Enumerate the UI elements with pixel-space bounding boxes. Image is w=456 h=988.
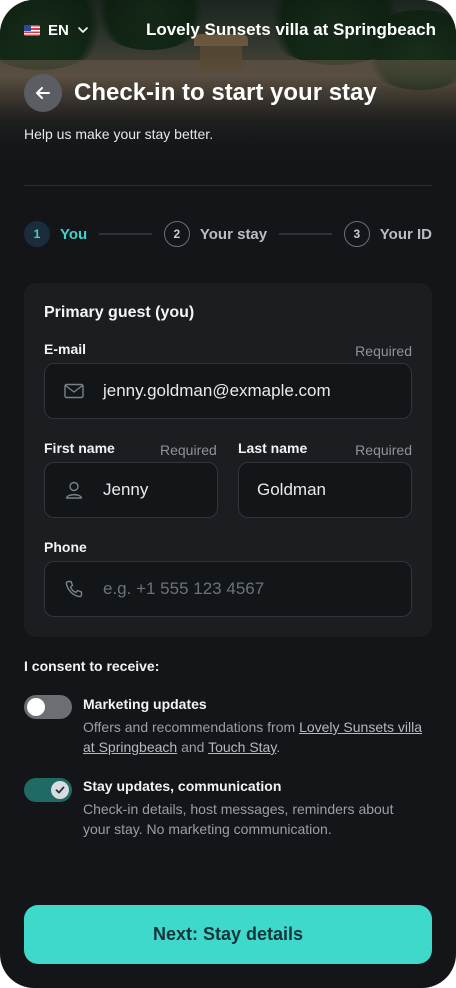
- marketing-title: Marketing updates: [83, 696, 207, 712]
- step-connector: [99, 233, 152, 235]
- last-name-value: Goldman: [257, 480, 326, 499]
- mail-icon: [63, 380, 85, 402]
- next-button[interactable]: Next: Stay details: [24, 905, 432, 964]
- email-required: Required: [355, 343, 412, 359]
- check-icon: [55, 786, 65, 794]
- stay-updates-title: Stay updates, communication: [83, 778, 282, 794]
- card-title: Primary guest (you): [44, 304, 195, 321]
- page-header: Check-in to start your stay: [24, 74, 377, 112]
- primary-guest-card: Primary guest (you) E-mail Required jenn…: [24, 283, 432, 637]
- step-label: Your ID: [379, 225, 433, 243]
- email-label: E-mail: [44, 341, 87, 357]
- stay-updates-description: Check-in details, host messages, reminde…: [83, 801, 394, 837]
- last-name-field[interactable]: Goldman: [238, 462, 412, 518]
- marketing-toggle[interactable]: [24, 695, 72, 719]
- email-value: jenny.goldman@exmaple.com: [103, 381, 331, 400]
- last-name-label: Last name: [238, 440, 308, 456]
- step-number: 2: [163, 221, 190, 247]
- email-field[interactable]: jenny.goldman@exmaple.com: [44, 363, 412, 419]
- step-label: Your stay: [199, 225, 268, 243]
- step-number: 1: [24, 221, 50, 247]
- first-name-label: First name: [44, 440, 115, 456]
- last-name-required: Required: [355, 442, 412, 458]
- top-bar: EN Lovely Sunsets villa at Springbeach: [24, 18, 436, 42]
- page-title: Check-in to start your stay: [74, 79, 377, 106]
- checkin-screen: EN Lovely Sunsets villa at Springbeach C…: [0, 0, 456, 988]
- phone-icon: [63, 578, 85, 600]
- consent-title: I consent to receive:: [24, 658, 160, 674]
- first-name-required: Required: [160, 442, 217, 458]
- step-label: You: [60, 225, 88, 243]
- step-you[interactable]: 1 You: [24, 221, 87, 247]
- page-subtitle: Help us make your stay better.: [24, 126, 214, 142]
- stay-updates-toggle[interactable]: [24, 778, 72, 802]
- marketing-desc-mid: and: [177, 739, 209, 755]
- us-flag-icon: [24, 24, 40, 36]
- marketing-desc-prefix: Offers and recommendations from: [83, 719, 300, 735]
- marketing-description: Offers and recommendations from Lovely S…: [83, 717, 423, 757]
- language-label: EN: [48, 21, 69, 39]
- step-your-stay[interactable]: 2 Your stay: [163, 221, 268, 247]
- step-your-id[interactable]: 3 Your ID: [343, 221, 433, 247]
- user-icon: [63, 479, 85, 501]
- phone-field[interactable]: [44, 561, 412, 617]
- property-name: Lovely Sunsets villa at Springbeach: [145, 20, 436, 39]
- toggle-knob: [51, 781, 69, 799]
- progress-stepper: 1 You 2 Your stay 3 Your ID: [24, 219, 432, 249]
- touch-stay-link[interactable]: Touch Stay: [208, 739, 276, 755]
- first-name-field[interactable]: Jenny: [44, 462, 218, 518]
- phone-input[interactable]: [103, 579, 363, 599]
- chevron-down-icon: [78, 27, 88, 33]
- phone-label: Phone: [44, 539, 87, 555]
- back-button[interactable]: [24, 74, 62, 112]
- language-selector[interactable]: EN: [24, 22, 89, 39]
- toggle-knob: [27, 698, 45, 716]
- step-connector: [279, 233, 332, 235]
- step-number: 3: [343, 221, 370, 247]
- marketing-desc-suffix: .: [276, 739, 281, 755]
- arrow-left-icon: [36, 87, 50, 99]
- divider: [24, 185, 432, 186]
- first-name-value: Jenny: [103, 480, 149, 499]
